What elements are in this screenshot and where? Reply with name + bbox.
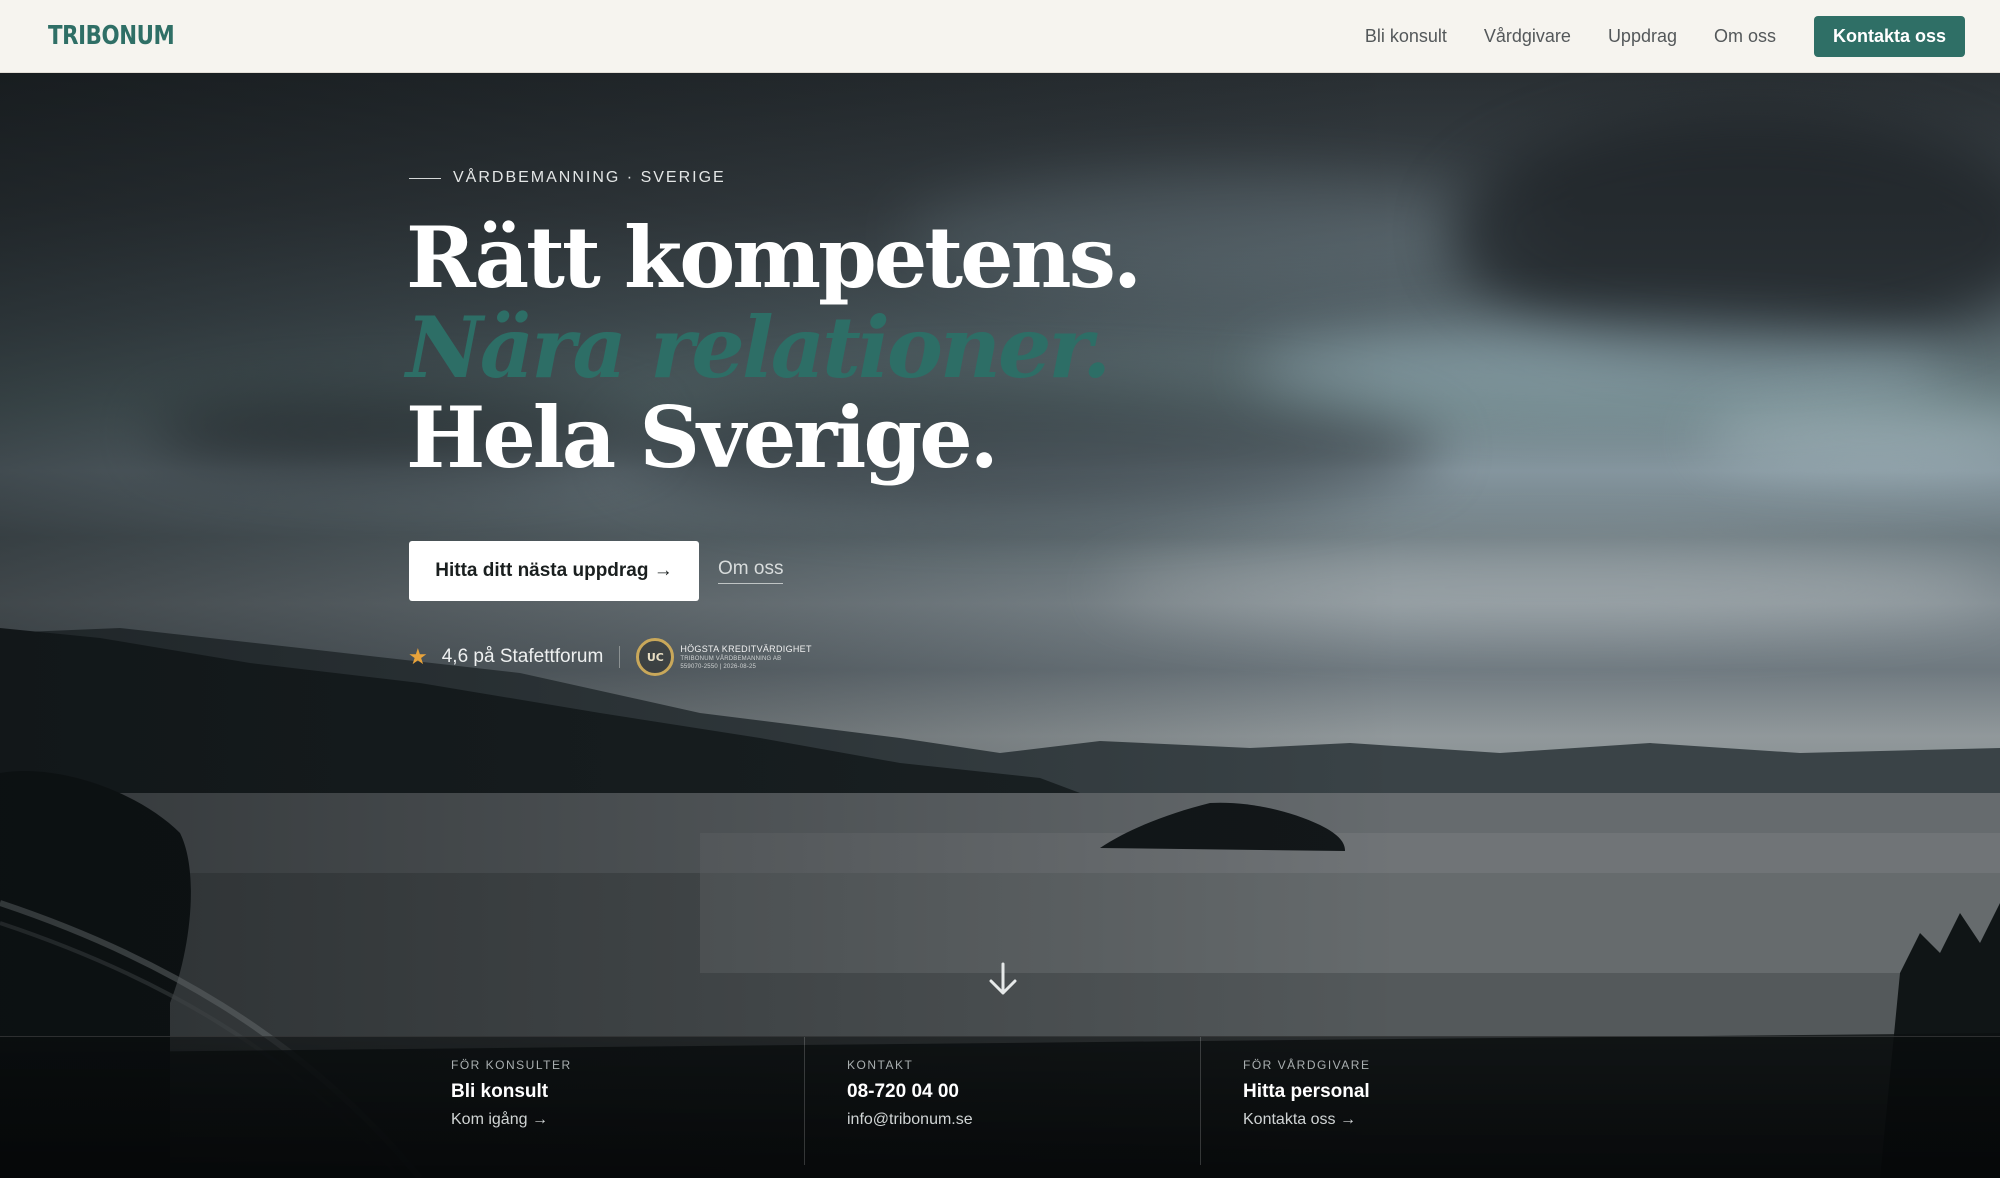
email-link[interactable]: info@tribonum.se [847,1111,973,1129]
nav-bli-konsult[interactable]: Bli konsult [1365,26,1447,47]
uc-credit-badge: UC HÖGSTA KREDITVÄRDIGHET TRIBONUM VÅRDB… [636,638,811,676]
main-nav: Bli konsult Vårdgivare Uppdrag Om oss Ko… [1328,15,1965,57]
strip-title[interactable]: Bli konsult [451,1081,572,1103]
rating-text: 4,6 på Stafettforum [441,646,604,667]
hero-headline: Rätt kompetens. Nära relationer. Hela Sv… [406,208,1142,487]
strip-contact: KONTAKT 08-720 04 00 info@tribonum.se [847,1037,973,1165]
strip-divider [1200,1037,1201,1165]
uc-badge-details: 559070-2550 | 2026-08-25 [680,664,757,670]
strip-label: KONTAKT [847,1058,914,1072]
uc-badge-company: TRIBONUM VÅRDBEMANNING AB [680,656,782,662]
headline-line-3: Hela Sverige. [406,388,999,487]
eyebrow-line [409,177,441,179]
eyebrow-text: VÅRDBEMANNING · SVERIGE [453,169,726,186]
phone-number[interactable]: 08-720 04 00 [847,1081,973,1103]
strip-consultants: FÖR KONSULTER Bli konsult Kom igång → [451,1037,572,1165]
headline-line-1: Rätt kompetens. [406,208,1142,307]
strip-label: FÖR KONSULTER [451,1058,572,1072]
find-assignment-button[interactable]: Hitta ditt nästa uppdrag → [409,541,699,601]
strip-divider [804,1037,805,1165]
get-started-link[interactable]: Kom igång → [451,1111,572,1129]
star-icon: ★ [408,644,428,670]
about-us-link[interactable]: Om oss [718,558,784,584]
strip-title[interactable]: Hitta personal [1243,1081,1370,1103]
uc-badge-title: HÖGSTA KREDITVÄRDIGHET [680,644,812,654]
contact-us-link[interactable]: Kontakta oss → [1243,1111,1370,1129]
trust-row: ★ 4,6 på Stafettforum UC HÖGSTA KREDITVÄ… [408,638,812,676]
uc-badge-text: HÖGSTA KREDITVÄRDIGHET TRIBONUM VÅRDBEMA… [680,644,811,670]
strip-label: FÖR VÅRDGIVARE [1243,1058,1371,1072]
nav-om-oss[interactable]: Om oss [1714,26,1776,47]
site-header: TRIBONUM Bli konsult Vårdgivare Uppdrag … [0,0,2000,73]
info-strip: FÖR KONSULTER Bli konsult Kom igång → KO… [0,1036,2000,1178]
uc-seal-icon: UC [636,638,675,676]
divider [619,646,621,668]
headline-line-2: Nära relationer. [406,298,1111,397]
contact-button[interactable]: Kontakta oss [1814,15,1965,57]
logo[interactable]: TRIBONUM [48,21,175,51]
strip-caregivers: FÖR VÅRDGIVARE Hitta personal Kontakta o… [1243,1037,1370,1165]
hero-section: VÅRDBEMANNING · SVERIGE Rätt kompetens. … [0,73,2000,1178]
arrow-down-icon[interactable] [987,961,1019,997]
hero-eyebrow: VÅRDBEMANNING · SVERIGE [409,169,726,187]
nav-vardgivare[interactable]: Vårdgivare [1484,26,1571,47]
nav-uppdrag[interactable]: Uppdrag [1608,26,1677,47]
